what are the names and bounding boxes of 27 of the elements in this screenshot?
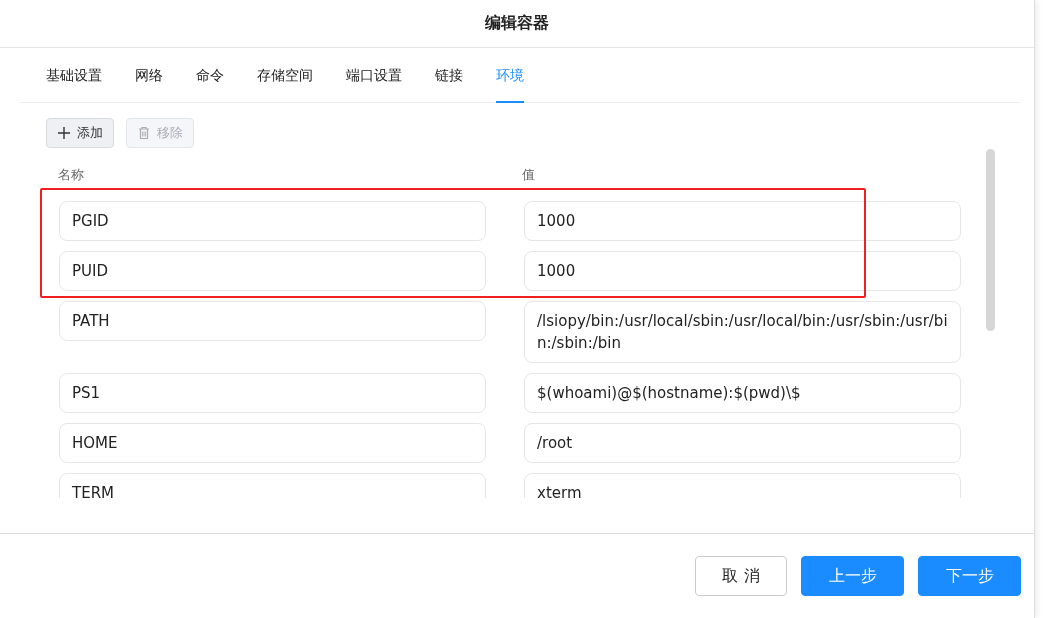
dialog-title: 编辑容器 [0,0,1034,48]
footer-button[interactable]: 取 消 [695,556,787,596]
input-field[interactable]: TERM [59,473,486,498]
add-button[interactable]: 添加 [46,118,114,148]
input-field[interactable]: /root [524,423,961,463]
tab[interactable]: 网络 [135,48,163,103]
input-field[interactable]: 1000 [524,251,961,291]
tab[interactable]: 命令 [196,48,224,103]
tab[interactable]: 基础设置 [46,48,102,103]
tab[interactable]: 链接 [435,48,463,103]
input-field[interactable]: HOME [59,423,486,463]
tab[interactable]: 端口设置 [346,48,402,103]
scrollbar[interactable] [986,149,995,331]
trash-icon [137,126,151,140]
input-field[interactable]: PATH [59,301,486,341]
input-field[interactable]: $(whoami)@$(hostname):$(pwd)\$ [524,373,961,413]
input-field[interactable]: 1000 [524,201,961,241]
tab[interactable]: 环境 [496,48,524,103]
tab[interactable]: 存储空间 [257,48,313,103]
input-field[interactable]: /lsiopy/bin:/usr/local/sbin:/usr/local/bin:/usr/sbin:/usr/bin:/sbin:/bin [524,301,961,363]
column-header: 名称 [58,166,85,184]
input-field[interactable]: PUID [59,251,486,291]
input-field[interactable]: PS1 [59,373,486,413]
input-field[interactable]: xterm [524,473,961,498]
input-field[interactable]: PGID [59,201,486,241]
column-header: 值 [522,166,535,184]
plus-icon [57,126,71,140]
